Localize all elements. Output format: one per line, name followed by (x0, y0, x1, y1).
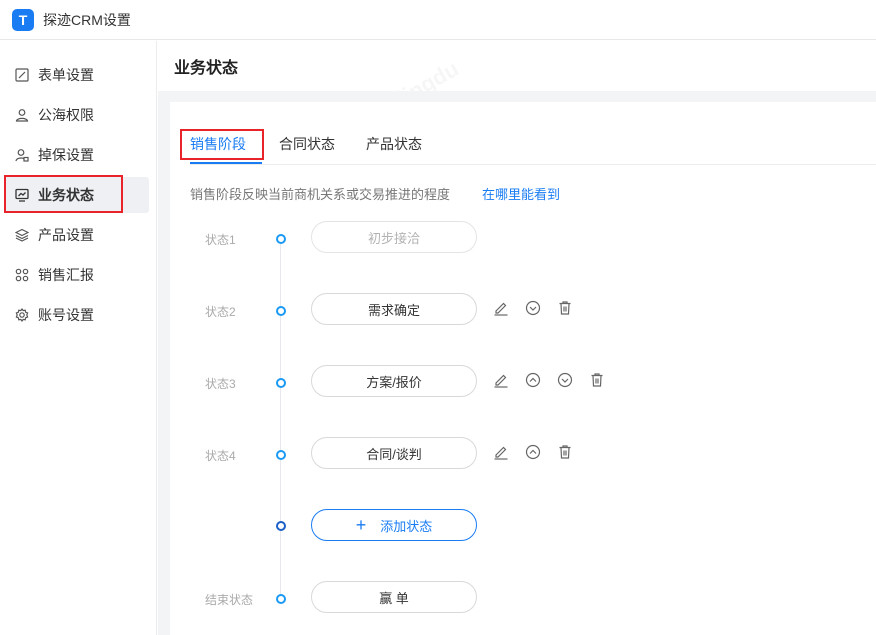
delete-icon[interactable] (556, 299, 574, 317)
delete-icon[interactable] (556, 443, 574, 461)
sidebar-item-public-pool[interactable]: 公海权限 (4, 97, 149, 133)
state-label: 状态4 (205, 449, 236, 463)
sidebar: 表单设置 公海权限 掉保设置 业务状态 产品设置 销售汇报 账号设置 (0, 41, 157, 635)
sidebar-item-form-settings[interactable]: 表单设置 (4, 57, 149, 93)
description-text: 销售阶段反映当前商机关系或交易推进的程度 (190, 187, 451, 202)
status-tabs: 销售阶段 合同状态 产品状态 (190, 126, 876, 165)
edit-icon[interactable] (492, 299, 510, 317)
sidebar-item-label: 销售汇报 (38, 267, 94, 283)
grid-icon (14, 267, 30, 283)
user-icon (14, 107, 30, 123)
timeline-dot (276, 234, 286, 244)
edit-icon[interactable] (492, 443, 510, 461)
sidebar-item-label: 产品设置 (38, 227, 94, 243)
move-up-icon[interactable] (524, 443, 542, 461)
form-edit-icon (14, 67, 30, 83)
timeline-dot (276, 306, 286, 316)
sidebar-item-label: 账号设置 (38, 307, 94, 323)
state-pill[interactable]: 合同/谈判 (311, 437, 477, 469)
move-up-icon[interactable] (524, 371, 542, 389)
plus-icon: + (355, 515, 367, 535)
sidebar-item-label: 掉保设置 (38, 147, 94, 163)
state-pill: 初步接洽 (311, 221, 477, 253)
page-title: 业务状态 (174, 60, 239, 77)
content-card (170, 102, 876, 635)
user-lock-icon (14, 147, 30, 163)
timeline-dot (276, 594, 286, 604)
timeline-dot (276, 521, 286, 531)
state-label: 状态2 (205, 305, 236, 319)
active-tab-indicator (190, 162, 262, 164)
state-label: 状态1 (205, 233, 236, 247)
end-state-label: 结束状态 (205, 593, 254, 607)
add-state-label: 添加状态 (380, 518, 433, 534)
layers-icon (14, 227, 30, 243)
move-down-icon[interactable] (524, 299, 542, 317)
timeline-dot (276, 450, 286, 460)
sidebar-item-account-settings[interactable]: 账号设置 (4, 297, 149, 333)
edit-icon[interactable] (492, 371, 510, 389)
highlight-box (4, 175, 123, 213)
state-label: 状态3 (205, 377, 236, 391)
end-state-pill[interactable]: 赢 单 (311, 581, 477, 613)
sidebar-item-label: 表单设置 (38, 67, 94, 83)
sidebar-item-sales-report[interactable]: 销售汇报 (4, 257, 149, 293)
app-logo: T (12, 8, 34, 31)
help-link[interactable]: 在哪里能看到 (482, 184, 560, 203)
delete-icon[interactable] (588, 371, 606, 389)
state-pill[interactable]: 需求确定 (311, 293, 477, 325)
tab-contract-status[interactable]: 合同状态 (279, 134, 335, 154)
add-state-button[interactable]: + 添加状态 (311, 509, 477, 541)
app-title: 探迹CRM设置 (43, 11, 131, 28)
state-pill[interactable]: 方案/报价 (311, 365, 477, 397)
tab-product-status[interactable]: 产品状态 (366, 134, 422, 154)
sidebar-item-product-settings[interactable]: 产品设置 (4, 217, 149, 253)
sidebar-item-label: 公海权限 (38, 107, 94, 123)
timeline-line (280, 242, 281, 602)
timeline-dot (276, 378, 286, 388)
highlight-box (180, 129, 264, 160)
move-down-icon[interactable] (556, 371, 574, 389)
gear-icon (14, 307, 30, 323)
title-bar: T 探迹CRM设置 (0, 0, 876, 40)
sidebar-item-drop-settings[interactable]: 掉保设置 (4, 137, 149, 173)
